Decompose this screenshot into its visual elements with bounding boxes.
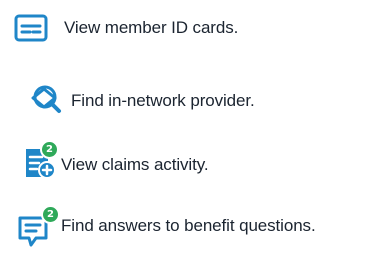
action-item-benefit-questions[interactable]: 2 Find answers to benefit questions. [0,205,380,249]
action-item-claims[interactable]: 2 View claims activity. [0,140,380,184]
notification-badge: 2 [40,140,59,159]
action-item-id-cards[interactable]: View member ID cards. [0,5,380,49]
action-label: Find answers to benefit questions. [61,216,316,235]
action-item-find-provider[interactable]: Find in-network provider. [0,76,380,120]
notification-badge: 2 [41,205,60,224]
action-label: Find in-network provider. [71,91,255,110]
action-label: View member ID cards. [64,18,239,37]
provider-search-icon [24,82,64,114]
id-card-icon [14,14,48,42]
action-label: View claims activity. [61,155,209,174]
